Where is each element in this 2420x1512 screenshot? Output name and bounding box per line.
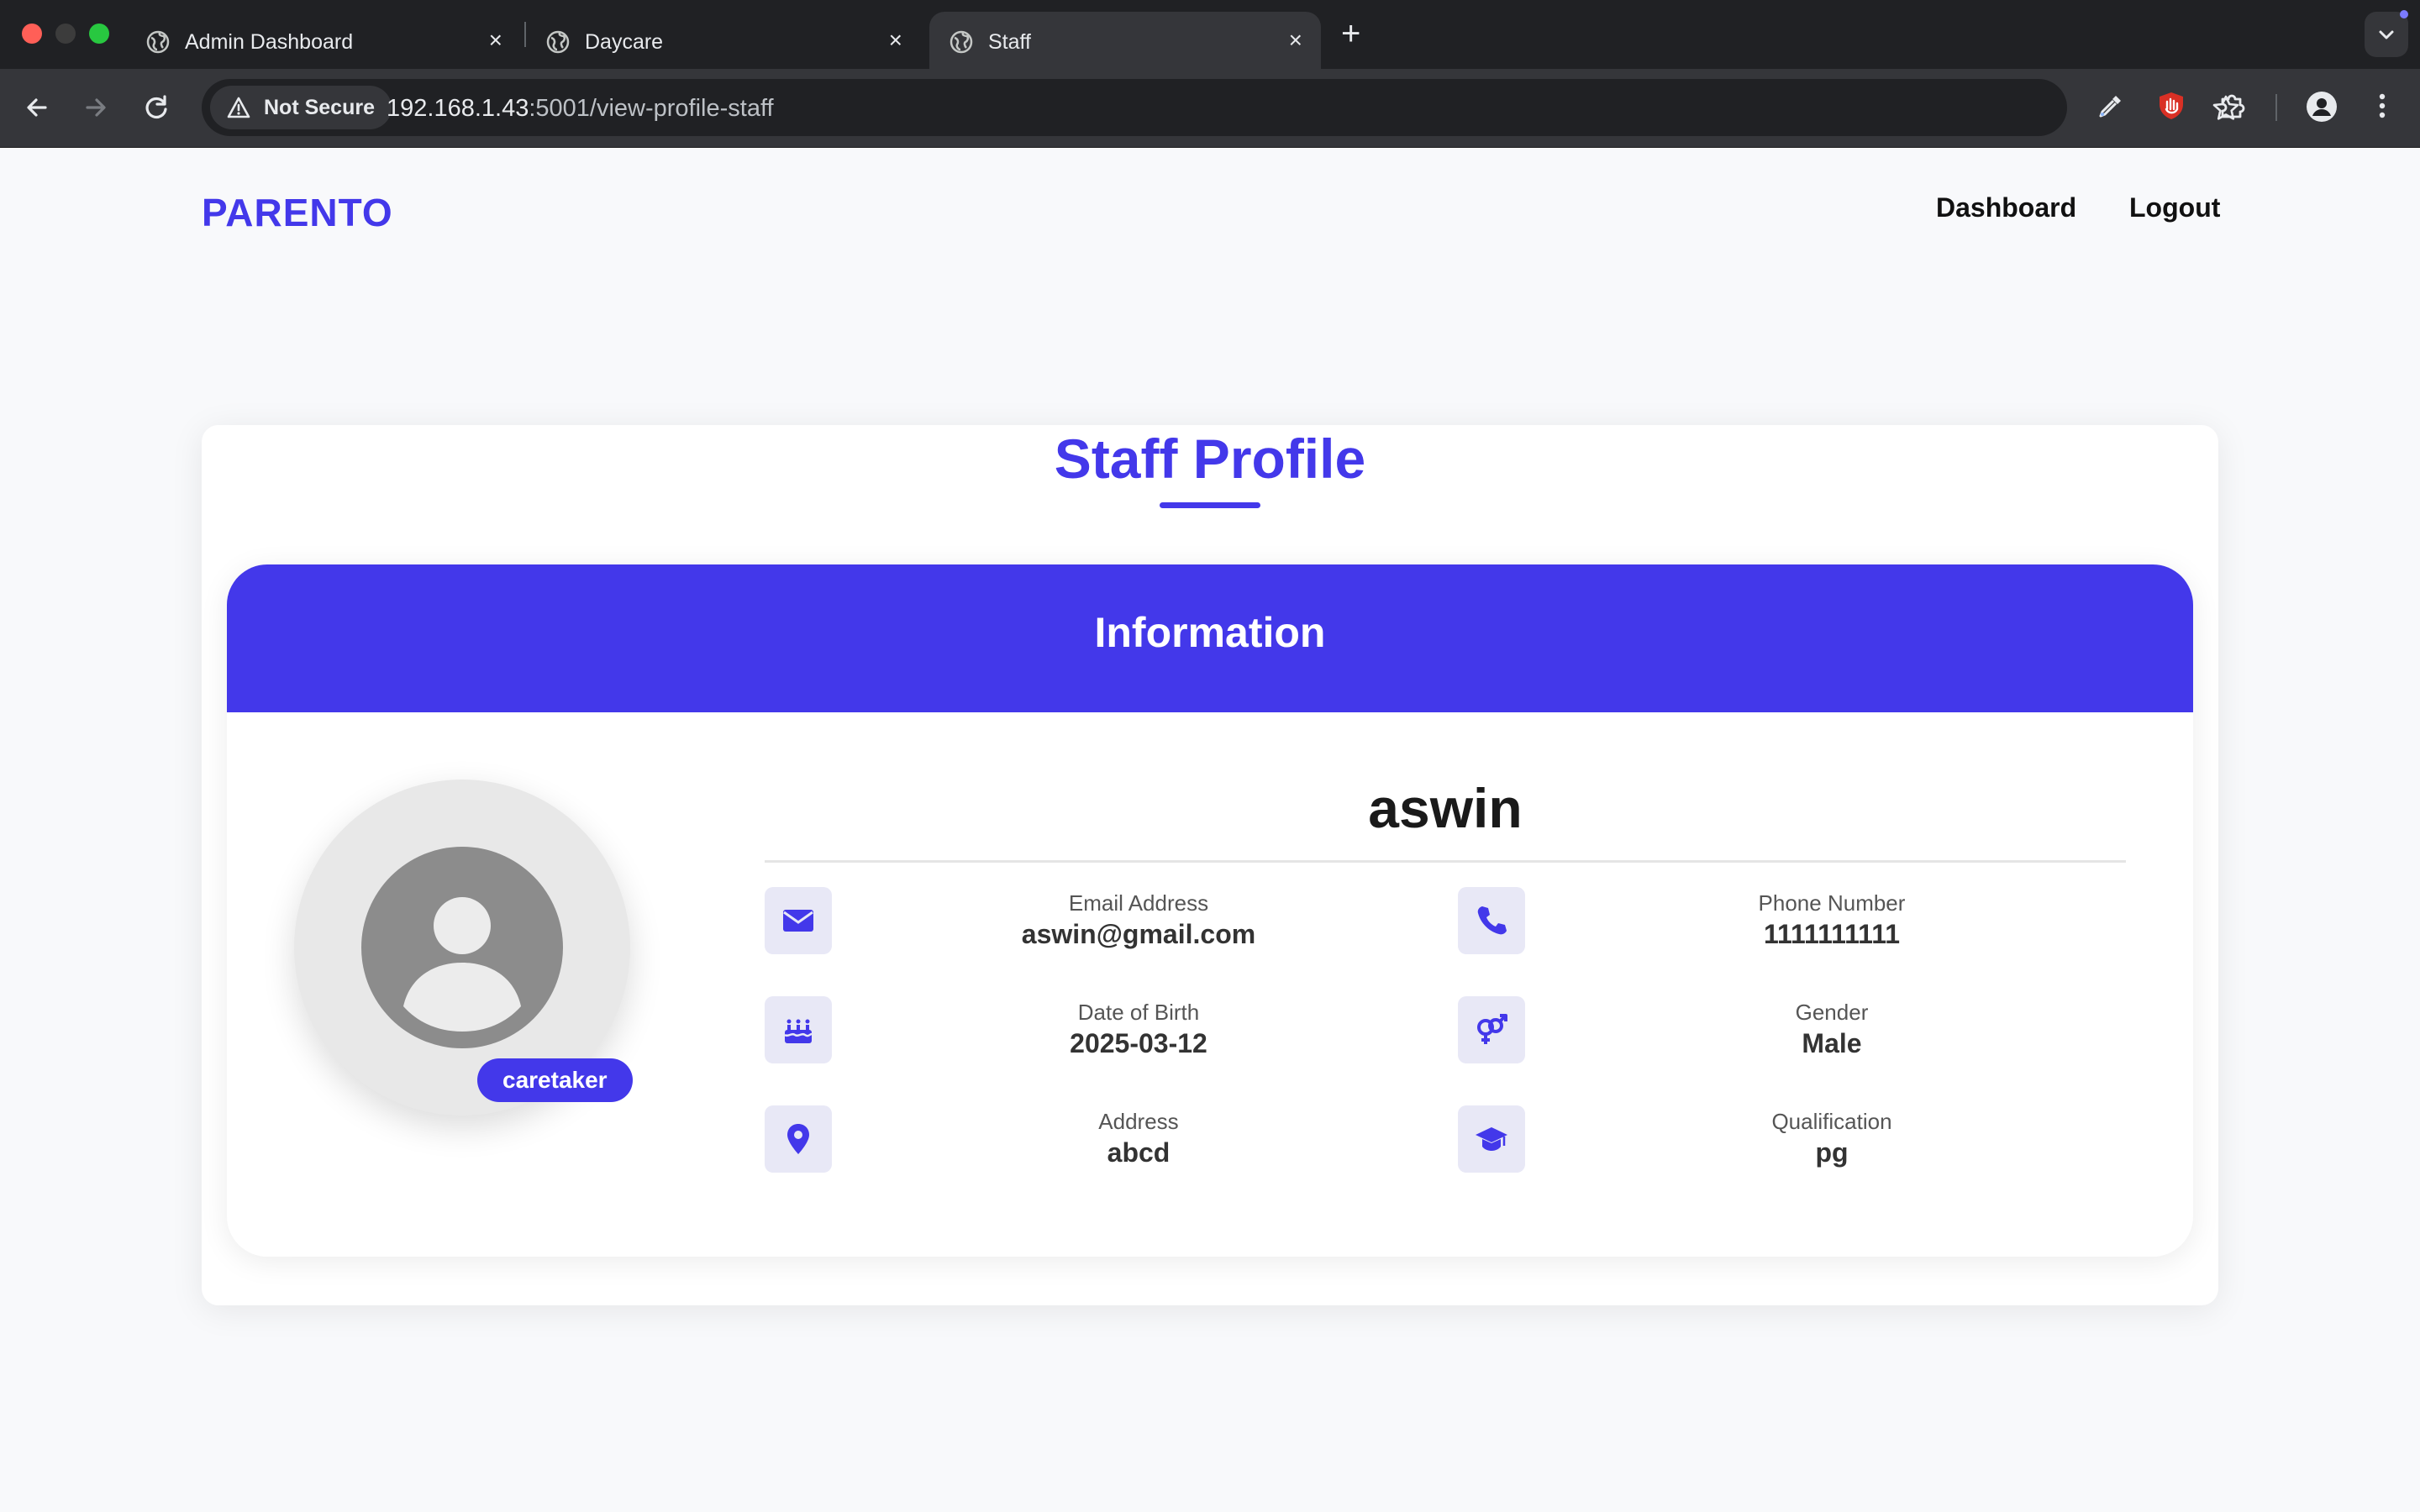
reload-icon[interactable]	[141, 92, 171, 123]
field-label: Email Address	[1068, 890, 1209, 916]
forward-arrow-icon[interactable]	[81, 92, 111, 123]
staff-name: aswin	[1368, 777, 1523, 839]
field-label: Date of Birth	[1077, 1000, 1200, 1025]
field-label: Phone Number	[1758, 890, 1906, 916]
nav-logout-link[interactable]: Logout	[2129, 192, 2220, 223]
section-title: Information	[1094, 609, 1326, 656]
profile-avatar-icon[interactable]	[2306, 91, 2338, 127]
field-value: 1111111111	[1763, 919, 1901, 949]
back-arrow-icon[interactable]	[22, 92, 52, 123]
information-panel: Information caretaker aswin Email Addres…	[227, 564, 2193, 1257]
field-label: Gender	[1795, 1000, 1869, 1025]
tab-admin-dashboard[interactable]: Admin Dashboard ×	[126, 12, 521, 69]
qualification-field: Qualification pg	[1458, 1105, 2139, 1173]
ublock-extension-icon[interactable]	[2156, 91, 2186, 125]
information-header: Information	[227, 564, 2193, 712]
url-host: 192.168.1.43	[387, 95, 529, 122]
gender-icon	[1458, 996, 1525, 1063]
gender-field: Gender Male	[1458, 996, 2139, 1063]
role-badge: caretaker	[477, 1058, 633, 1102]
tab-title: Daycare	[585, 30, 664, 54]
browser-toolbar: Not Secure 192.168.1.43:5001/view-profil…	[0, 69, 2420, 148]
close-tab-icon[interactable]: ×	[1289, 29, 1302, 52]
phone-icon	[1458, 887, 1525, 954]
close-tab-icon[interactable]: ×	[489, 29, 502, 52]
map-marker-icon	[765, 1105, 832, 1173]
url-text[interactable]: 192.168.1.43:5001/view-profile-staff	[387, 95, 774, 123]
graduation-cap-icon	[1458, 1105, 1525, 1173]
name-divider	[765, 860, 2126, 863]
brand-logo[interactable]: PARENTO	[202, 190, 393, 235]
field-value: pg	[1815, 1137, 1849, 1168]
security-label: Not Secure	[264, 95, 375, 119]
tab-title: Staff	[988, 30, 1031, 54]
globe-icon	[950, 30, 973, 54]
tab-staff[interactable]: Staff ×	[929, 12, 1321, 69]
field-label: Address	[1098, 1109, 1179, 1134]
minimize-window-button[interactable]	[55, 24, 76, 44]
user-circle-icon	[361, 847, 563, 1048]
warning-triangle-icon	[227, 97, 250, 118]
tab-daycare[interactable]: Daycare ×	[526, 12, 921, 69]
envelope-icon	[765, 887, 832, 954]
new-tab-button[interactable]: +	[1341, 15, 1360, 52]
field-label: Qualification	[1771, 1109, 1892, 1134]
url-path: :5001/view-profile-staff	[529, 95, 774, 122]
browser-tab-strip: Admin Dashboard × Daycare × Staff × +	[0, 0, 2420, 69]
globe-icon	[546, 30, 570, 54]
extensions-puzzle-icon[interactable]	[2217, 91, 2247, 125]
address-bar[interactable]: Not Secure 192.168.1.43:5001/view-profil…	[202, 79, 2239, 136]
chevron-down-icon	[2379, 30, 2394, 39]
maximize-window-button[interactable]	[89, 24, 109, 44]
notification-dot	[2400, 10, 2408, 18]
nav-dashboard-link[interactable]: Dashboard	[1936, 192, 2076, 223]
phone-field: Phone Number 1111111111	[1458, 887, 2139, 954]
birthday-cake-icon	[765, 996, 832, 1063]
field-value: abcd	[1107, 1137, 1171, 1168]
tab-search-button[interactable]	[2365, 12, 2408, 57]
staff-profile-card: Staff Profile Information caretaker aswi…	[202, 425, 2218, 1305]
toolbar-divider	[2275, 94, 2277, 121]
field-value: Male	[1802, 1028, 1862, 1058]
tab-title: Admin Dashboard	[185, 30, 354, 54]
address-field: Address abcd	[765, 1105, 1445, 1173]
globe-icon	[146, 30, 170, 54]
email-field: Email Address aswin@gmail.com	[765, 887, 1445, 954]
more-menu-icon[interactable]	[2370, 91, 2395, 125]
date-of-birth-field: Date of Birth 2025-03-12	[765, 996, 1445, 1063]
page-content: PARENTO Dashboard Logout Staff Profile I…	[0, 148, 2420, 1512]
close-tab-icon[interactable]: ×	[889, 29, 902, 52]
page-title: Staff Profile	[1054, 428, 1366, 490]
field-value: aswin@gmail.com	[1021, 919, 1256, 949]
close-window-button[interactable]	[22, 24, 42, 44]
field-value: 2025-03-12	[1070, 1028, 1207, 1058]
eyedropper-extension-icon[interactable]	[2096, 91, 2126, 125]
site-security-chip[interactable]: Not Secure	[210, 86, 392, 129]
title-underline	[1160, 502, 1260, 508]
